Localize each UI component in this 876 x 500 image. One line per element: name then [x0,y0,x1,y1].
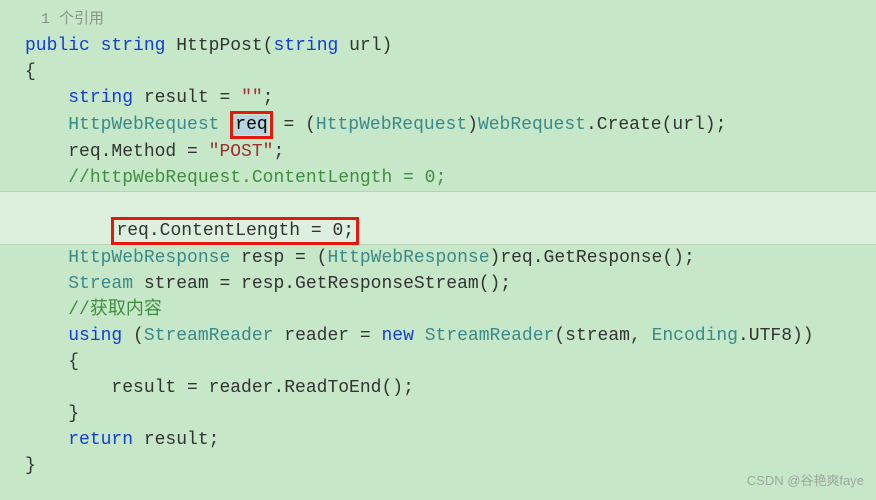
code-line-brace-open2: { [25,349,876,375]
code-line-req-create: HttpWebRequest req = (HttpWebRequest)Web… [25,111,876,139]
code-line-signature: public string HttpPost(string url) [25,33,876,59]
code-line-content-length: req.ContentLength = 0; [25,191,876,245]
code-line-brace-close2: } [25,401,876,427]
code-line-comment-cn: //获取内容 [25,297,876,323]
code-editor: 1 个引用 public string HttpPost(string url)… [0,0,876,479]
code-line-brace-open: { [25,59,876,85]
highlight-1: req [230,111,272,139]
code-line-result-decl: string result = ""; [25,85,876,111]
code-line-comment-cl: //httpWebRequest.ContentLength = 0; [25,165,876,191]
code-line-resp: HttpWebResponse resp = (HttpWebResponse)… [25,245,876,271]
code-line-using: using (StreamReader reader = new StreamR… [25,323,876,349]
watermark: CSDN @谷艳爽faye [747,468,864,494]
highlight-2: req.ContentLength = 0; [111,217,359,245]
code-line-stream: Stream stream = resp.GetResponseStream()… [25,271,876,297]
code-line-readtoend: result = reader.ReadToEnd(); [25,375,876,401]
reference-count: 1 个引用 [25,7,876,33]
code-line-return: return result; [25,427,876,453]
code-line-method: req.Method = "POST"; [25,139,876,165]
